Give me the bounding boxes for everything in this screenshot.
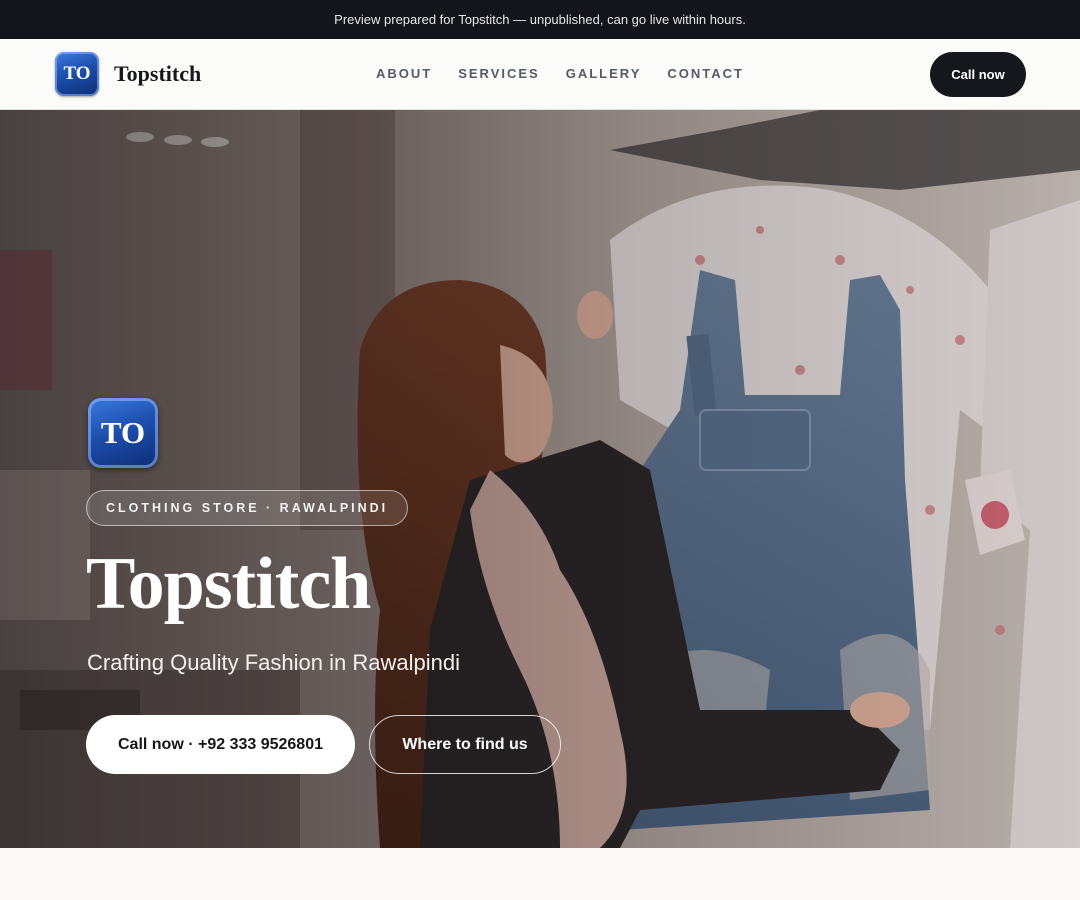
logo-initials: TO	[63, 63, 91, 84]
logo-badge[interactable]: TO	[55, 52, 99, 96]
nav-link-gallery[interactable]: GALLERY	[566, 66, 642, 81]
find-location-button[interactable]: Where to find us	[369, 715, 561, 774]
nav-link-contact[interactable]: CONTACT	[667, 66, 744, 81]
hero-title: Topstitch	[86, 543, 371, 625]
nav-link-about[interactable]: ABOUT	[376, 66, 432, 81]
hero-logo-badge: TO	[88, 398, 158, 468]
preview-banner: Preview prepared for Topstitch — unpubli…	[0, 0, 1080, 39]
preview-banner-text: Preview prepared for Topstitch — unpubli…	[334, 12, 746, 27]
call-now-button[interactable]: Call now	[930, 52, 1026, 97]
hero-logo-initials: TO	[100, 415, 146, 450]
nav-link-services[interactable]: SERVICES	[458, 66, 540, 81]
brand-name[interactable]: Topstitch	[114, 61, 201, 87]
hero-subtitle: Crafting Quality Fashion in Rawalpindi	[87, 650, 460, 675]
call-phone-button[interactable]: Call now · +92 333 9526801	[86, 715, 355, 774]
hero-section: TO CLOTHING STORE · RAWALPINDI Topstitch…	[0, 110, 1080, 848]
category-location-tag: CLOTHING STORE · RAWALPINDI	[86, 490, 409, 526]
main-nav: ABOUT SERVICES GALLERY CONTACT	[376, 66, 770, 81]
site-header: TO Topstitch ABOUT SERVICES GALLERY CONT…	[0, 39, 1080, 110]
